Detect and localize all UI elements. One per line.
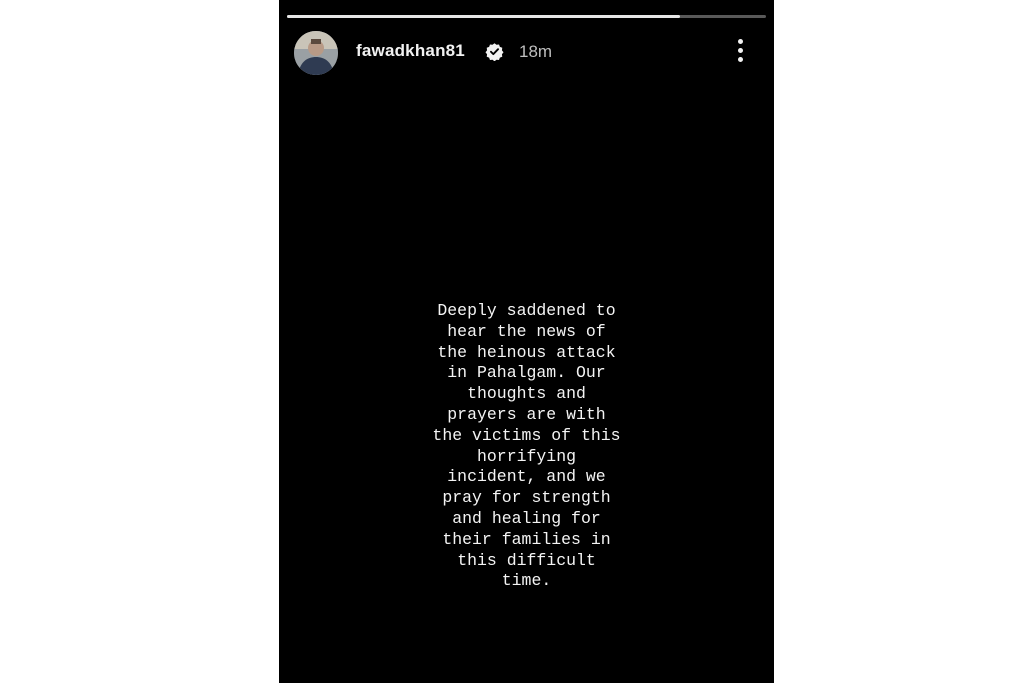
more-dot [738,39,743,44]
page: fawadkhan81 18m Deeply saddened to hear … [0,0,1024,683]
story-text-line: prayers are with [447,404,606,424]
more-dot [738,57,743,62]
story-text-line: horrifying [476,446,577,466]
story-progress-fill [287,15,680,18]
story-viewer[interactable]: fawadkhan81 18m Deeply saddened to hear … [279,0,774,683]
avatar-image [294,31,338,75]
timestamp: 18m [519,42,553,61]
verified-badge-icon [485,43,504,61]
more-vertical-icon[interactable] [731,39,751,65]
story-text: Deeply saddened to hear the news of the … [279,301,774,592]
story-text-line: in Pahalgam. Our [447,363,606,383]
story-text-line: hear the news of [447,321,606,341]
story-text-line: the victims of this [432,425,621,445]
story-text-line: the heinous attack [437,342,616,362]
story-text-line: Deeply saddened to [437,301,616,320]
story-progress-bar [287,15,766,18]
story-text-line: time. [501,571,552,591]
story-text-line: incident, and we [447,467,606,487]
avatar[interactable] [294,31,338,75]
username[interactable]: fawadkhan81 [356,41,465,61]
story-text-line: this difficult [457,550,596,570]
story-text-line: thoughts and [467,384,586,404]
story-text-line: and healing for [452,508,601,528]
story-text-line: their families in [442,529,611,549]
story-text-line: pray for strength [442,488,611,508]
more-dot [738,48,743,53]
story-header: fawadkhan81 18m [279,28,774,78]
